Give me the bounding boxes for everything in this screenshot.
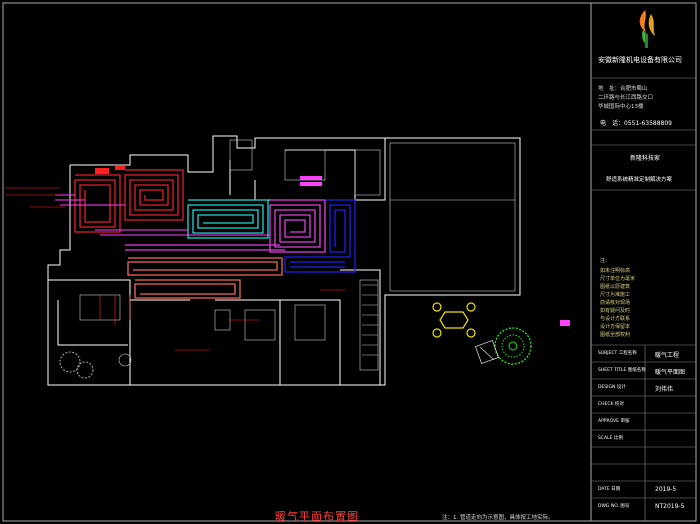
- row-value-dwg-no: NT2019-5: [655, 503, 685, 510]
- note-line-9: 图纸全部权利: [600, 332, 631, 338]
- address-line-3: 华城国际中心13楼: [598, 104, 644, 110]
- note-line-8: 设计方保留本: [600, 324, 631, 330]
- leader-lines: [5, 187, 345, 351]
- valve-marker: [115, 166, 125, 170]
- project-subtitle: 舒适系统精准定制解决方案: [606, 177, 673, 183]
- row-label-design: DESIGN 设计: [598, 385, 626, 390]
- project-name: 新隆科技家: [630, 155, 661, 162]
- note-line-7: 与设计方联系: [600, 316, 631, 322]
- row-value-design: 刘伟伟: [655, 386, 674, 393]
- walls: [47, 135, 521, 386]
- manifold: [95, 168, 570, 326]
- floor-plan-drawing: [2, 2, 697, 522]
- note-line-3: 图纸以原建筑: [600, 284, 631, 290]
- outer-frame: [2, 2, 697, 522]
- lounge-chair: [474, 339, 500, 365]
- heating-loop-cyan: [187, 199, 269, 239]
- heating-loop-salmon: [127, 257, 283, 299]
- phone-number: 电 话：0551-63588809: [600, 120, 672, 127]
- row-label-date: DATE 日期: [598, 487, 621, 492]
- row-value-subject: 暖气工程: [655, 352, 680, 359]
- note-line-5: 前请核对现场: [600, 300, 631, 306]
- note-line-4: 尺寸为准施工: [600, 292, 631, 298]
- row-label-dwg-no: DWG NO. 图号: [598, 504, 630, 509]
- row-label-approve: APPROVE 审核: [598, 419, 630, 424]
- heating-loop-red: [74, 169, 184, 233]
- note-line-6: 如有疑问及时: [600, 308, 631, 314]
- shrub: [59, 351, 94, 379]
- note-label: 注：: [600, 258, 611, 264]
- address-line-2: 二环路与长江西路交口: [598, 95, 654, 101]
- row-label-scale: SCALE 比例: [598, 436, 623, 441]
- row-value-sheet-title: 暖气平面图: [655, 369, 686, 376]
- note-line-1: 如未注明标高: [600, 268, 631, 274]
- note-line-2: 尺寸单位为毫米: [600, 276, 636, 282]
- company-name: 安徽新隆机电设备有限公司: [598, 56, 682, 64]
- row-value-date: 2019-5: [655, 486, 677, 493]
- row-label-check: CHECK 校对: [598, 402, 624, 407]
- address-line-1: 地 址：合肥市蜀山: [598, 86, 648, 92]
- heating-loop-magenta: [125, 199, 326, 253]
- staircase: [362, 284, 378, 356]
- drawing-title: 暖气平面布置图: [275, 510, 359, 523]
- dining-table: [432, 302, 476, 338]
- drawing-footnote: 注：1. 管道走向为示意图，具体按工地实际。: [442, 515, 554, 521]
- row-label-sheet-title: SHEET TITLE 图纸名称: [598, 368, 646, 373]
- company-logo: [639, 10, 655, 48]
- plant: [494, 327, 532, 365]
- row-label-subject: SUBJECT 工程名称: [598, 351, 637, 356]
